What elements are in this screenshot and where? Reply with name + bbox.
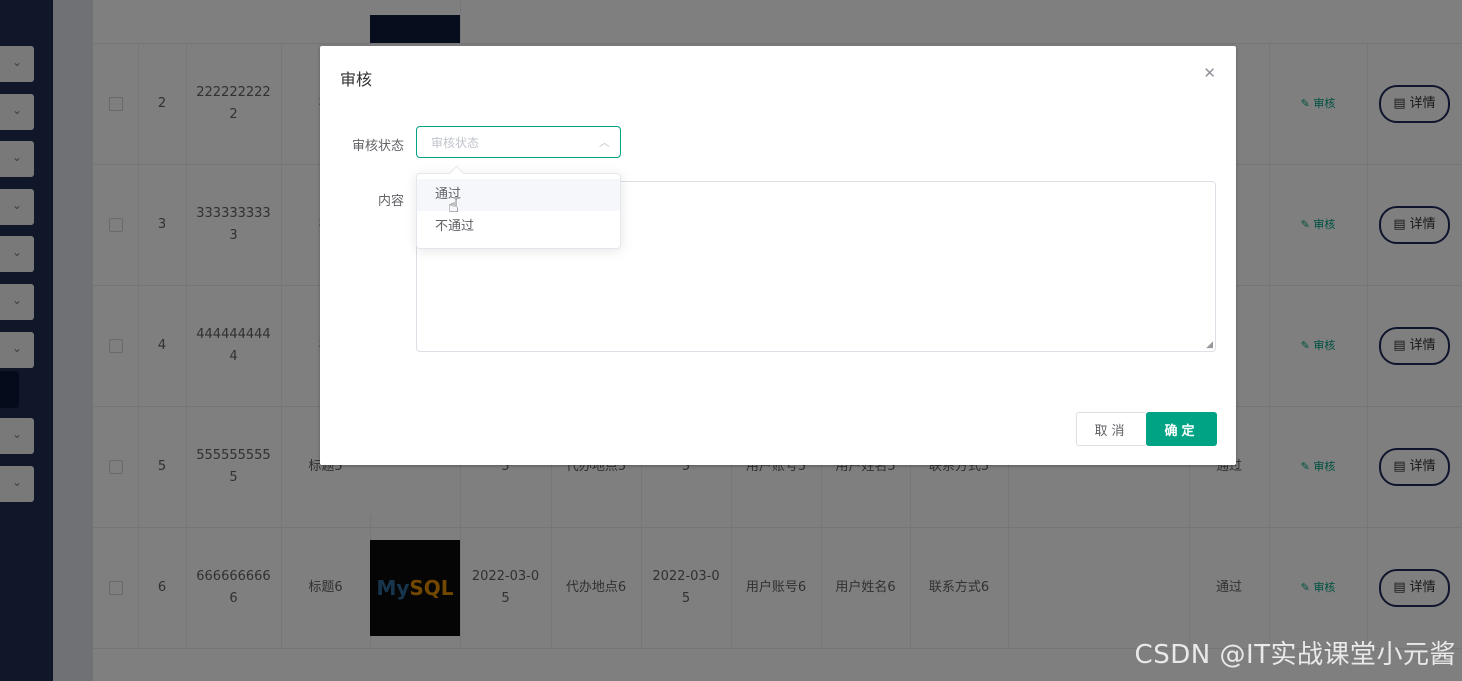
confirm-button[interactable]: 确定 [1146,412,1217,446]
resize-handle-icon[interactable]: ◢ [1206,340,1213,350]
watermark: CSDN @IT实战课堂小元酱 [1134,640,1456,670]
status-label: 审核状态 [351,139,404,154]
cancel-button[interactable]: 取消 [1076,412,1147,446]
hand-cursor-icon: ☝ [448,196,459,217]
status-select[interactable]: 审核状态 ︿ [416,126,621,158]
chevron-up-icon: ︿ [599,136,610,149]
close-icon[interactable]: ✕ [1203,64,1216,82]
select-placeholder: 审核状态 [431,136,480,150]
dialog-title: 审核 [340,70,373,89]
status-dropdown: 通过 不通过 [416,165,621,249]
audit-dialog: 审核 ✕ 审核状态 审核状态 ︿ 内容 ◢ 通过 不通过 ☝ 取消 确定 [320,46,1236,465]
app-root: ⌄ ⌄ ⌄ ⌄ ⌄ ⌄ ⌄ ⌄ ⌄ 2 222222222 2 标 过 ✎ 审核… [0,0,1462,681]
content-label: 内容 [377,194,404,209]
